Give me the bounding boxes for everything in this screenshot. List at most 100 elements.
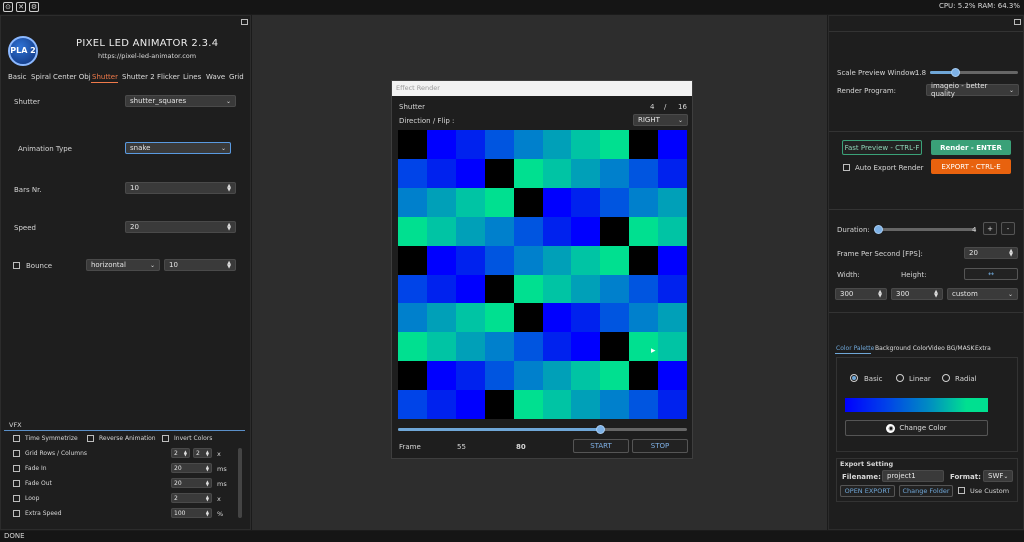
spin-arrows-icon[interactable]: ▲ ▼ — [227, 261, 231, 270]
led-cell — [426, 187, 456, 217]
render-program-select[interactable]: imageio - better quality ⌄ — [926, 82, 1019, 98]
chevron-down-icon: ⌄ — [220, 144, 226, 152]
start-button[interactable]: START — [573, 439, 629, 453]
height-value: 300 — [896, 290, 910, 298]
grid-cols-value: 2 — [196, 449, 200, 457]
time-symmetrize-checkbox[interactable] — [13, 435, 20, 442]
tab-wave[interactable]: Wave — [206, 73, 225, 81]
led-cell — [426, 130, 456, 159]
led-cell — [658, 216, 688, 246]
bounce-checkbox[interactable] — [13, 262, 20, 269]
spin-arrows-icon[interactable]: ▲ ▼ — [206, 450, 209, 457]
tab-flicker[interactable]: Flicker — [157, 73, 180, 81]
undock-icon[interactable] — [241, 19, 248, 25]
spin-arrows-icon[interactable]: ▲ ▼ — [1009, 249, 1013, 258]
led-cell — [542, 332, 572, 362]
fade-in-spinbox[interactable]: 20 ▲ ▼ — [171, 463, 212, 473]
shutter-select[interactable]: shutter_squares ⌄ — [125, 95, 236, 107]
status-bar: DONE — [0, 531, 1024, 542]
spin-arrows-icon[interactable]: ▲ ▼ — [227, 184, 231, 193]
tab-extra[interactable]: Extra — [975, 345, 991, 352]
app-logo: PLA 2 — [8, 36, 38, 66]
tab-video-bg-mask[interactable]: Video BG/MASK — [928, 345, 974, 352]
bounce-value: 10 — [169, 261, 178, 269]
filename-input[interactable]: project1 — [882, 470, 944, 482]
stop-button[interactable]: STOP — [632, 439, 688, 453]
radio-basic[interactable] — [850, 374, 858, 382]
grid-unit: x — [217, 450, 221, 458]
bounce-spinbox[interactable]: 10 ▲ ▼ — [164, 259, 236, 271]
spin-arrows-icon[interactable]: ▲ ▼ — [206, 480, 209, 487]
change-folder-button[interactable]: Change Folder — [899, 485, 953, 497]
spin-arrows-icon[interactable]: ▲ ▼ — [206, 495, 209, 502]
scale-slider-knob[interactable] — [950, 68, 960, 77]
auto-export-checkbox[interactable] — [843, 164, 850, 171]
direction-select[interactable]: RIGHT ⌄ — [633, 114, 688, 126]
open-export-button[interactable]: OPEN EXPORT — [840, 485, 895, 497]
loop-spinbox[interactable]: 2 ▲ ▼ — [171, 493, 212, 503]
fade-out-spinbox[interactable]: 20 ▲ ▼ — [171, 478, 212, 488]
spin-arrows-icon[interactable]: ▲ ▼ — [206, 510, 209, 517]
use-custom-checkbox[interactable] — [958, 487, 965, 494]
fade-in-checkbox[interactable] — [13, 465, 20, 472]
extra-speed-checkbox[interactable] — [13, 510, 20, 517]
height-spinbox[interactable]: 300 ▲ ▼ — [891, 288, 943, 300]
fade-out-checkbox[interactable] — [13, 480, 20, 487]
animation-type-select[interactable]: snake ⌄ — [125, 142, 231, 154]
vfx-scrollbar[interactable] — [238, 448, 242, 518]
tab-shutter[interactable]: Shutter — [92, 73, 118, 81]
grid-cols-spinbox[interactable]: 2 ▲ ▼ — [193, 448, 212, 458]
duration-plus-button[interactable]: + — [983, 222, 997, 235]
radio-linear[interactable] — [896, 374, 904, 382]
grid-rows-spinbox[interactable]: 2 ▲ ▼ — [171, 448, 190, 458]
spin-arrows-icon[interactable]: ▲ ▼ — [934, 290, 938, 299]
chevron-down-icon: ⌄ — [677, 116, 683, 124]
reverse-animation-checkbox[interactable] — [87, 435, 94, 442]
duration-slider-track[interactable] — [874, 228, 976, 231]
change-color-button[interactable]: ◉ Change Color — [845, 420, 988, 436]
swap-size-button[interactable]: ↔ — [964, 268, 1018, 280]
bars-spinbox[interactable]: 10 ▲ ▼ — [125, 182, 236, 194]
duration-slider-knob[interactable] — [874, 225, 884, 234]
settings-icon[interactable]: ⚙ — [29, 2, 39, 12]
size-preset-select[interactable]: custom ⌄ — [947, 288, 1018, 300]
tab-basic[interactable]: Basic — [8, 73, 27, 81]
invert-colors-checkbox[interactable] — [162, 435, 169, 442]
duration-minus-button[interactable]: - — [1001, 222, 1015, 235]
tab-color-palette[interactable]: Color Palette — [836, 345, 874, 352]
spin-arrows-icon[interactable]: ▲ ▼ — [184, 450, 187, 457]
fast-preview-button[interactable]: Fast Preview - CTRL-F — [842, 140, 922, 155]
width-spinbox[interactable]: 300 ▲ ▼ — [835, 288, 887, 300]
render-button[interactable]: Render - ENTER — [931, 140, 1011, 155]
tab-background-color[interactable]: Background Color — [875, 345, 928, 352]
tab-grid[interactable]: Grid — [229, 73, 244, 81]
loop-checkbox[interactable] — [13, 495, 20, 502]
tab-shutter-2[interactable]: Shutter 2 — [122, 73, 155, 81]
led-cell — [542, 303, 572, 333]
render-window-titlebar[interactable]: Effect Render — [392, 81, 692, 96]
led-cell — [658, 158, 688, 188]
led-cell — [455, 361, 485, 391]
spin-arrows-icon[interactable]: ▲ ▼ — [206, 465, 209, 472]
export-button[interactable]: EXPORT - CTRL-E — [931, 159, 1011, 174]
fps-spinbox[interactable]: 20 ▲ ▼ — [964, 247, 1018, 259]
tab-lines[interactable]: Lines — [183, 73, 201, 81]
spin-arrows-icon[interactable]: ▲ ▼ — [227, 223, 231, 232]
undock-icon[interactable] — [1014, 19, 1021, 25]
close-window-icon[interactable]: ✕ — [16, 2, 26, 12]
format-select[interactable]: SWF ⌄ — [983, 470, 1013, 482]
fade-in-label: Fade In — [25, 465, 47, 472]
tab-spiral[interactable]: Spiral — [31, 73, 51, 81]
bounce-mode-select[interactable]: horizontal ⌄ — [86, 259, 160, 271]
tab-center-obj[interactable]: Center Obj — [53, 73, 91, 81]
speed-spinbox[interactable]: 20 ▲ ▼ — [125, 221, 236, 233]
extra-speed-spinbox[interactable]: 100 ▲ ▼ — [171, 508, 212, 518]
led-cell — [571, 361, 601, 391]
radio-radial[interactable] — [942, 374, 950, 382]
spin-arrows-icon[interactable]: ▲ ▼ — [878, 290, 882, 299]
grid-rows-checkbox[interactable] — [13, 450, 20, 457]
filename-label: Filename: — [842, 473, 881, 481]
window-menu-icon[interactable]: ⊙ — [3, 2, 13, 12]
app-url[interactable]: https://pixel-led-animator.com — [98, 52, 196, 60]
led-cell — [484, 187, 514, 217]
